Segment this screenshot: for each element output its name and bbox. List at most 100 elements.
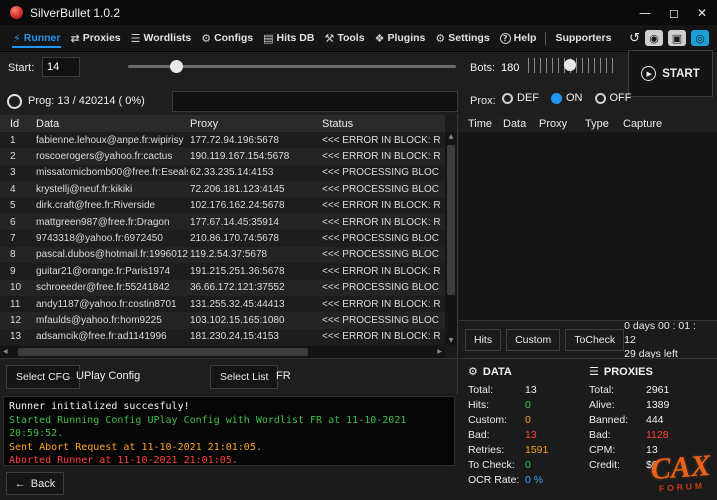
table-row[interactable]: 79743318@yahoo.fr:6972450210.86.170.74:5… (0, 230, 445, 246)
cell-id: 12 (0, 315, 34, 326)
tab-hits[interactable]: Hits (465, 329, 501, 351)
start-input[interactable] (42, 57, 80, 77)
play-icon: ▶ (641, 66, 656, 81)
nav-item-plugins[interactable]: ❖Plugins (374, 25, 427, 51)
history-icon[interactable]: ↺ (629, 30, 640, 46)
nav-item-settings[interactable]: ⚙Settings (434, 25, 490, 51)
timer: 0 days 00 : 01 : 12 29 days left (624, 319, 711, 361)
eye-icon[interactable]: ◎ (691, 30, 709, 46)
vertical-scrollbar[interactable]: ▲ ▼ (445, 132, 457, 346)
selected-wordlist-name: FR (276, 370, 291, 382)
scroll-right-icon[interactable]: ▶ (437, 347, 442, 357)
proxies-stats-column: ☰ PROXIES Total:2961Alive:1389Banned:444… (589, 365, 711, 473)
nav-item-help[interactable]: ?Help (499, 25, 538, 51)
tab-custom[interactable]: Custom (506, 329, 560, 351)
camera-icon[interactable]: ◉ (645, 30, 663, 46)
cell-status: <<< PROCESSING BLOC (320, 184, 445, 195)
stat-value: 2961 (646, 383, 669, 398)
prox-option-off[interactable]: OFF (595, 92, 632, 104)
table-row[interactable]: 11andy1187@yahoo.fr:costin8701131.255.32… (0, 296, 445, 312)
radio-selected-icon (551, 93, 562, 104)
start-slider[interactable] (128, 65, 456, 68)
list-icon: ☰ (589, 365, 599, 378)
vertical-scroll-thumb[interactable] (447, 145, 455, 295)
minimize-button[interactable]: — (639, 7, 651, 19)
cell-id: 7 (0, 233, 34, 244)
cell-id: 9 (0, 266, 34, 277)
cell-data: andy1187@yahoo.fr:costin8701 (34, 299, 188, 310)
nav-item-label: Supporters (555, 32, 611, 44)
gamepad-icon[interactable]: ▣ (668, 30, 686, 46)
back-button[interactable]: ← Back (6, 472, 64, 495)
table-row[interactable]: 8pascal.dubos@hotmail.fr:19960122119.2.5… (0, 247, 445, 263)
table-row[interactable]: 4krystellj@neuf.fr:kikiki72.206.181.123:… (0, 181, 445, 197)
stat-label: Custom: (468, 413, 525, 428)
prox-option-label: ON (566, 92, 583, 104)
stat-value: 13 (525, 383, 537, 398)
nav-item-supporters[interactable]: Supporters (554, 25, 612, 51)
start-button[interactable]: ▶ START (628, 50, 713, 97)
bots-slider-thumb[interactable] (564, 59, 576, 71)
titlebar: SilverBullet 1.0.2 — ◻ ✕ (0, 0, 717, 25)
nav-item-proxies[interactable]: ⇄Proxies (69, 25, 121, 51)
stat-retries: Retries:1591 (468, 443, 590, 458)
cell-proxy: 190.119.167.154:5678 (188, 151, 320, 162)
prox-option-on[interactable]: ON (551, 92, 583, 104)
table-row[interactable]: 2roscoerogers@yahoo.fr:cactus190.119.167… (0, 148, 445, 164)
maximize-button[interactable]: ◻ (669, 7, 679, 19)
table-row[interactable]: 10schroeeder@free.fr:5524184236.66.172.1… (0, 280, 445, 296)
data-stats-title: DATA (483, 366, 512, 378)
scroll-down-icon[interactable]: ▼ (449, 336, 454, 346)
scroll-up-icon[interactable]: ▲ (449, 132, 454, 142)
lightning-icon: ⚡ (13, 32, 21, 45)
progress-bar (172, 91, 458, 112)
scroll-left-icon[interactable]: ◀ (3, 347, 8, 357)
table-row[interactable]: 1fabienne.lehoux@anpe.fr:wipirisy177.72.… (0, 132, 445, 148)
cell-proxy: 102.176.162.24:5678 (188, 200, 320, 211)
stat-value: 1591 (525, 443, 548, 458)
cell-data: adsamcik@free.fr:ad1141996 (34, 331, 188, 342)
data-stats-header: ⚙ DATA (468, 365, 590, 378)
main-nav: ⚡Runner ⇄Proxies ☰Wordlists ⚙Configs ▤Hits D… (0, 25, 717, 52)
horizontal-scroll-thumb[interactable] (18, 348, 308, 356)
select-cfg-button[interactable]: Select CFG (6, 365, 80, 389)
stat-value: 13 (646, 443, 658, 458)
column-header: Time (468, 118, 503, 130)
stat-alive: Alive:1389 (589, 398, 711, 413)
table-row[interactable]: 9guitar21@orange.fr:Paris1974191.215.251… (0, 263, 445, 279)
cell-proxy: 119.2.54.37:5678 (188, 249, 320, 260)
help-icon: ? (500, 33, 511, 44)
nav-item-hits-db[interactable]: ▤Hits DB (262, 25, 315, 51)
select-list-button[interactable]: Select List (210, 365, 278, 389)
cell-status: <<< ERROR IN BLOCK: R (320, 151, 445, 162)
nav-item-runner[interactable]: ⚡Runner (12, 25, 61, 51)
stat-label: Credit: (589, 458, 646, 473)
nav-item-tools[interactable]: ⚒Tools (323, 25, 365, 51)
prox-option-def[interactable]: DEF (502, 92, 539, 104)
bots-slider[interactable] (528, 58, 618, 73)
cell-id: 11 (0, 299, 34, 310)
start-slider-thumb[interactable] (170, 60, 183, 73)
stat-label: Bad: (589, 428, 646, 443)
cell-proxy: 177.67.14.45:35914 (188, 217, 320, 228)
bots-value[interactable]: 180 (501, 62, 519, 74)
tab-tocheck[interactable]: ToCheck (565, 329, 624, 351)
nav-item-label: Configs (214, 32, 253, 44)
close-button[interactable]: ✕ (697, 7, 707, 19)
cell-status: <<< ERROR IN BLOCK: R (320, 299, 445, 310)
start-button-label: START (662, 68, 699, 80)
cell-data: dirk.craft@free.fr:Riverside (34, 200, 188, 211)
table-row[interactable]: 3missatomicbomb00@free.fr:Eseals862.33.2… (0, 165, 445, 181)
stat-label: Hits: (468, 398, 525, 413)
nav-item-label: Plugins (387, 32, 425, 44)
table-row[interactable]: 5dirk.craft@free.fr:Riverside102.176.162… (0, 198, 445, 214)
nav-item-wordlists[interactable]: ☰Wordlists (130, 25, 193, 51)
proxy-swap-icon: ⇄ (70, 32, 79, 45)
window-controls: — ◻ ✕ (639, 7, 707, 19)
horizontal-scrollbar[interactable]: ◀ ▶ (0, 346, 445, 358)
table-row[interactable]: 6mattgreen987@free.fr:Dragon177.67.14.45… (0, 214, 445, 230)
cell-data: schroeeder@free.fr:55241842 (34, 282, 188, 293)
table-row[interactable]: 13adsamcik@free.fr:ad1141996181.230.24.1… (0, 329, 445, 345)
nav-item-configs[interactable]: ⚙Configs (200, 25, 254, 51)
table-row[interactable]: 12mfaulds@yahoo.fr:hom9225103.102.15.165… (0, 312, 445, 328)
